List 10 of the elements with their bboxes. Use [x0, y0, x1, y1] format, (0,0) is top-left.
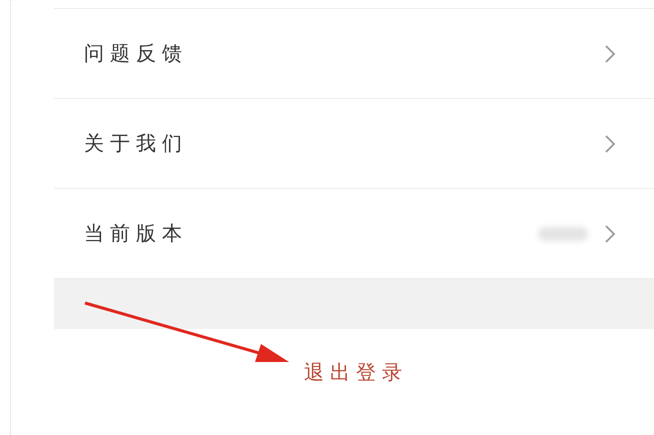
menu-item[interactable]: 问题反馈	[54, 9, 654, 99]
menu-item[interactable]: 关于我们	[54, 99, 654, 189]
chevron-icon	[604, 44, 616, 64]
logout-button[interactable]: 退出登录	[304, 359, 408, 386]
menu-item-label: 关于我们	[84, 130, 188, 157]
menu-item-label: 当前版本	[84, 220, 188, 247]
blurred-value	[538, 226, 588, 240]
chevron-icon	[604, 224, 616, 244]
chevron-icon	[604, 134, 616, 154]
menu-item-label: 问题反馈	[84, 40, 188, 67]
